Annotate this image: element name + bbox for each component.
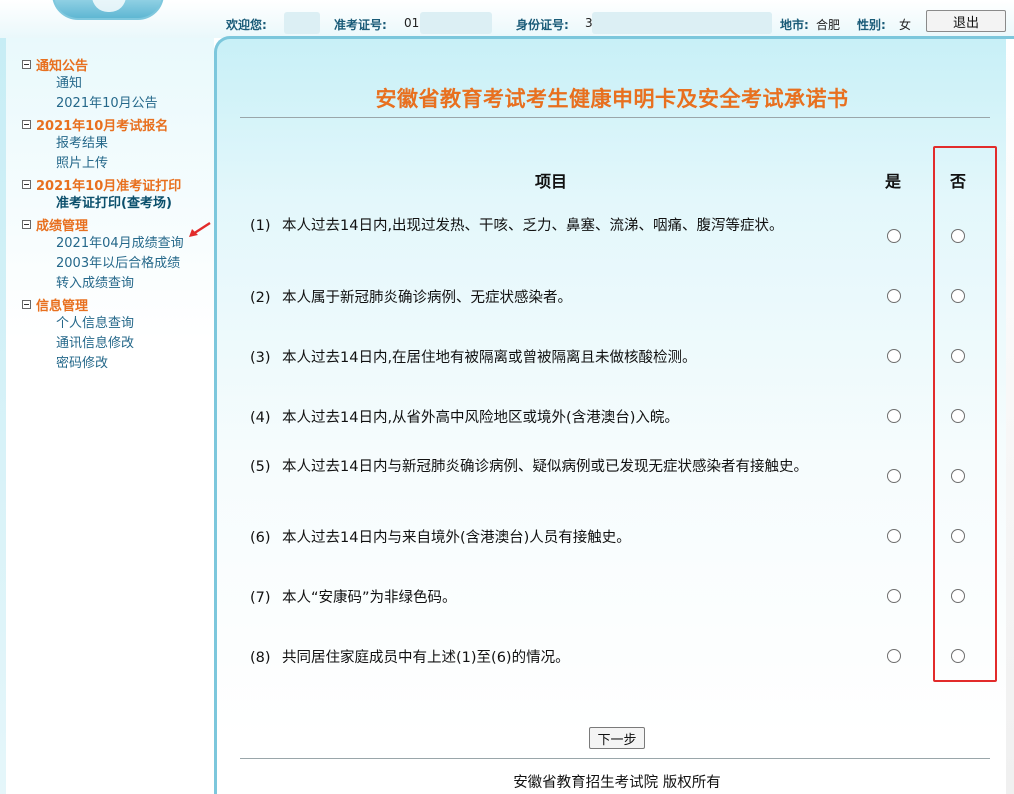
question-number: (1) xyxy=(250,218,271,234)
sidebar-group-info[interactable]: 信息管理 xyxy=(22,294,184,314)
sidebar-item-notice[interactable]: 通知 xyxy=(22,74,184,94)
title-divider xyxy=(240,117,990,118)
question-row: (1) 本人过去14日内,出现过发热、干咳、乏力、鼻塞、流涕、咽痛、腹泻等症状。 xyxy=(250,216,980,256)
redacted-name xyxy=(284,12,320,34)
question-row: (6) 本人过去14日内与来自境外(含港澳台)人员有接触史。 xyxy=(250,528,980,568)
radio-yes-2[interactable] xyxy=(887,289,901,303)
sidebar-group-scores[interactable]: 成绩管理 xyxy=(22,214,184,234)
question-number: (8) xyxy=(250,650,271,666)
question-content: 本人“安康码”为非绿色码。 xyxy=(282,590,457,606)
question-number: (4) xyxy=(250,410,271,426)
ticket-value: 01 xyxy=(404,16,420,30)
sidebar-item-registration-result[interactable]: 报考结果 xyxy=(22,134,184,154)
sidebar-item-photo-upload[interactable]: 照片上传 xyxy=(22,154,184,174)
radio-yes-1[interactable] xyxy=(887,229,901,243)
question-content: 共同居住家庭成员中有上述(1)至(6)的情况。 xyxy=(282,650,570,666)
sidebar-item-contact-edit[interactable]: 通讯信息修改 xyxy=(22,334,184,354)
question-number: (7) xyxy=(250,590,271,606)
question-text: (3) 本人过去14日内,在居住地有被隔离或曾被隔离且未做核酸检测。 xyxy=(250,348,810,369)
question-text: (4) 本人过去14日内,从省外高中风险地区或境外(含港澳台)入皖。 xyxy=(250,408,810,429)
question-content: 本人过去14日内与来自境外(含港澳台)人员有接触史。 xyxy=(282,530,631,546)
ticket-label: 准考证号: xyxy=(334,18,387,32)
sidebar-group-registration[interactable]: 2021年10月考试报名 xyxy=(22,114,184,134)
radio-yes-3[interactable] xyxy=(887,349,901,363)
page-title: 安徽省教育考试考生健康申明卡及安全考试承诺书 xyxy=(375,87,849,111)
sidebar-nav: 通知公告 通知 2021年10月公告 2021年10月考试报名 报考结果 照片上… xyxy=(22,54,184,374)
question-text: (8) 共同居住家庭成员中有上述(1)至(6)的情况。 xyxy=(250,648,810,669)
sidebar-group-label: 2021年10月考试报名 xyxy=(36,118,169,134)
radio-yes-8[interactable] xyxy=(887,649,901,663)
top-bar: 欢迎您: 准考证号: 01 身份证号: 3 地市: 合肥 性别: 女 退出 xyxy=(0,0,1014,38)
redacted-ticket xyxy=(420,12,492,34)
question-content: 本人过去14日内,在居住地有被隔离或曾被隔离且未做核酸检测。 xyxy=(282,350,697,366)
gender-label: 性别: xyxy=(857,18,886,32)
question-row: (4) 本人过去14日内,从省外高中风险地区或境外(含港澳台)入皖。 xyxy=(250,408,980,448)
next-step-button[interactable]: 下一步 xyxy=(589,727,645,749)
sidebar-group-label: 2021年10月准考证打印 xyxy=(36,178,182,194)
idcard-label: 身份证号: xyxy=(516,18,569,32)
question-row: (8) 共同居住家庭成员中有上述(1)至(6)的情况。 xyxy=(250,648,980,688)
question-content: 本人过去14日内与新冠肺炎确诊病例、疑似病例或已发现无症状感染者有接触史。 xyxy=(282,459,808,475)
footer-copyright: 安徽省教育招生考试院 版权所有 xyxy=(513,775,721,791)
question-number: (6) xyxy=(250,530,271,546)
sidebar-item-password-edit[interactable]: 密码修改 xyxy=(22,354,184,374)
welcome-label: 欢迎您: xyxy=(226,18,267,32)
question-row: (2) 本人属于新冠肺炎确诊病例、无症状感染者。 xyxy=(250,288,980,328)
radio-yes-5[interactable] xyxy=(887,469,901,483)
collapse-icon[interactable] xyxy=(22,299,31,309)
question-content: 本人过去14日内,从省外高中风险地区或境外(含港澳台)入皖。 xyxy=(282,410,679,426)
gender-value: 女 xyxy=(899,18,912,32)
redacted-city-prefix xyxy=(742,12,772,34)
red-arrow-icon xyxy=(189,221,211,237)
question-text: (5) 本人过去14日内与新冠肺炎确诊病例、疑似病例或已发现无症状感染者有接触史。 xyxy=(250,457,810,478)
question-number: (2) xyxy=(250,290,271,306)
sidebar-group-label: 信息管理 xyxy=(36,298,89,314)
column-header-item: 项目 xyxy=(535,172,568,191)
site-logo xyxy=(52,0,164,20)
question-content: 本人属于新冠肺炎确诊病例、无症状感染者。 xyxy=(282,290,572,306)
radio-yes-4[interactable] xyxy=(887,409,901,423)
sidebar-item-transfer-scores[interactable]: 转入成绩查询 xyxy=(22,274,184,294)
sidebar-item-oct-announcement[interactable]: 2021年10月公告 xyxy=(22,94,184,114)
sidebar-group-label: 成绩管理 xyxy=(36,218,89,234)
question-number: (5) xyxy=(250,459,271,475)
sidebar-group-notice[interactable]: 通知公告 xyxy=(22,54,184,74)
city-label: 地市: xyxy=(780,18,809,32)
city-value: 合肥 xyxy=(816,18,841,32)
sidebar: 通知公告 通知 2021年10月公告 2021年10月考试报名 报考结果 照片上… xyxy=(0,38,214,794)
sidebar-item-personal-info[interactable]: 个人信息查询 xyxy=(22,314,184,334)
sidebar-item-apr-scores[interactable]: 2021年04月成绩查询 xyxy=(22,234,184,254)
collapse-icon[interactable] xyxy=(22,59,31,69)
radio-yes-6[interactable] xyxy=(887,529,901,543)
question-row: (5) 本人过去14日内与新冠肺炎确诊病例、疑似病例或已发现无症状感染者有接触史。 xyxy=(250,457,980,497)
no-column-highlight xyxy=(933,146,997,682)
question-number: (3) xyxy=(250,350,271,366)
column-header-yes: 是 xyxy=(885,172,902,191)
question-content: 本人过去14日内,出现过发热、干咳、乏力、鼻塞、流涕、咽痛、腹泻等症状。 xyxy=(282,218,784,234)
logout-button[interactable]: 退出 xyxy=(926,10,1006,32)
sidebar-group-label: 通知公告 xyxy=(36,58,89,74)
question-text: (6) 本人过去14日内与来自境外(含港澳台)人员有接触史。 xyxy=(250,528,810,549)
question-text: (7) 本人“安康码”为非绿色码。 xyxy=(250,588,810,609)
collapse-icon[interactable] xyxy=(22,119,31,129)
question-text: (1) 本人过去14日内,出现过发热、干咳、乏力、鼻塞、流涕、咽痛、腹泻等症状。 xyxy=(250,216,810,237)
collapse-icon[interactable] xyxy=(22,179,31,189)
collapse-icon[interactable] xyxy=(22,219,31,229)
question-row: (7) 本人“安康码”为非绿色码。 xyxy=(250,588,980,628)
sidebar-group-ticket-print[interactable]: 2021年10月准考证打印 xyxy=(22,174,184,194)
footer-divider xyxy=(240,758,990,759)
question-text: (2) 本人属于新冠肺炎确诊病例、无症状感染者。 xyxy=(250,288,810,309)
question-row: (3) 本人过去14日内,在居住地有被隔离或曾被隔离且未做核酸检测。 xyxy=(250,348,980,388)
main-panel: 安徽省教育考试考生健康申明卡及安全考试承诺书 项目 是 否 (1) 本人过去14日… xyxy=(214,36,1014,794)
sidebar-item-qualified-scores[interactable]: 2003年以后合格成绩 xyxy=(22,254,184,274)
radio-yes-7[interactable] xyxy=(887,589,901,603)
sidebar-item-ticket-print[interactable]: 准考证打印(查考场) xyxy=(22,194,184,214)
